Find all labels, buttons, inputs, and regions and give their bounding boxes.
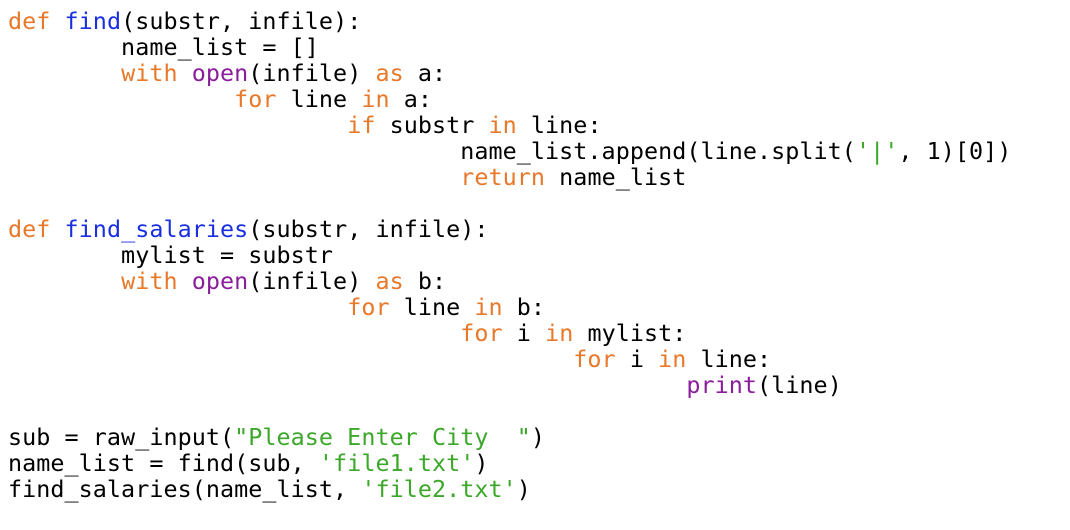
code-line: find_salaries(name_list, 'file2.txt')	[8, 476, 1011, 502]
keyword-token: for	[234, 85, 277, 113]
code-text: )	[530, 423, 546, 451]
code-text: mylist:	[573, 319, 687, 347]
code-text: name_list = []	[8, 33, 319, 61]
code-text: b:	[403, 267, 447, 295]
code-text: )	[516, 475, 531, 503]
code-text: line:	[516, 111, 602, 139]
keyword-token: for	[347, 293, 390, 321]
code-text: a:	[389, 85, 432, 113]
code-text: i	[615, 345, 659, 373]
string-token: '|'	[855, 137, 899, 165]
code-line: for i in line:	[8, 346, 1011, 372]
code-text: sub = raw_input(	[8, 423, 235, 451]
code-text: , 1)[0])	[898, 137, 1012, 165]
code-text: b:	[502, 293, 546, 321]
keyword-token: in	[474, 293, 503, 321]
keyword-token: def	[8, 7, 51, 35]
code-text: (infile)	[248, 59, 376, 87]
code-text: line	[389, 293, 475, 321]
keyword-token: in	[658, 345, 687, 373]
code-line: for i in mylist:	[8, 320, 1011, 346]
keyword-token: in	[361, 85, 390, 113]
string-token: 'file2.txt'	[361, 475, 517, 503]
code-text: line	[276, 85, 362, 113]
keyword-token: for	[460, 319, 503, 347]
code-text: name_list = find(sub,	[8, 449, 319, 477]
code-text: line:	[686, 345, 772, 373]
code-text: (infile)	[248, 267, 376, 295]
code-block: def find(substr, infile): name_list = []…	[8, 8, 1011, 502]
string-token: "Please Enter City "	[234, 423, 531, 451]
code-line: name_list.append(line.split('|', 1)[0])	[8, 138, 1011, 164]
code-text: name_list	[545, 163, 687, 191]
keyword-token: for	[573, 345, 616, 373]
code-line: with open(infile) as a:	[8, 60, 1011, 86]
code-line: mylist = substr	[8, 242, 1011, 268]
builtin-token: open	[191, 59, 249, 87]
keyword-token: in	[545, 319, 574, 347]
keyword-token: return	[460, 163, 546, 191]
code-text: substr	[375, 111, 489, 139]
code-line: def find_salaries(substr, infile):	[8, 216, 1011, 242]
code-line: print(line)	[8, 372, 1011, 398]
code-line: name_list = find(sub, 'file1.txt')	[8, 450, 1011, 476]
code-line: name_list = []	[8, 34, 1011, 60]
code-text: a:	[403, 59, 447, 87]
code-text: )	[474, 449, 489, 477]
keyword-token: def	[8, 215, 51, 243]
keyword-token: as	[375, 267, 404, 295]
builtin-token: open	[191, 267, 249, 295]
function-name-token: find_salaries	[64, 215, 249, 243]
keyword-token: as	[375, 59, 404, 87]
code-line: if substr in line:	[8, 112, 1011, 138]
keyword-token: with	[121, 59, 178, 87]
code-text: (substr, infile):	[248, 215, 489, 243]
code-line: return name_list	[8, 164, 1011, 190]
code-line: for line in a:	[8, 86, 1011, 112]
code-text: mylist = substr	[8, 241, 334, 269]
string-token: 'file1.txt'	[318, 449, 475, 477]
keyword-token: if	[347, 111, 376, 139]
code-line: sub = raw_input("Please Enter City ")	[8, 424, 1011, 450]
function-name-token: find	[64, 7, 122, 35]
code-line: with open(infile) as b:	[8, 268, 1011, 294]
builtin-token: print	[686, 371, 758, 399]
code-text: (line)	[757, 371, 842, 399]
code-text: i	[502, 319, 546, 347]
code-text: name_list.append(line.split(	[8, 137, 856, 165]
keyword-token: in	[488, 111, 517, 139]
code-line: def find(substr, infile):	[8, 8, 1011, 34]
code-text: (substr, infile):	[121, 7, 362, 35]
keyword-token: with	[121, 267, 178, 295]
code-line: for line in b:	[8, 294, 1011, 320]
code-text: find_salaries(name_list,	[8, 475, 362, 503]
